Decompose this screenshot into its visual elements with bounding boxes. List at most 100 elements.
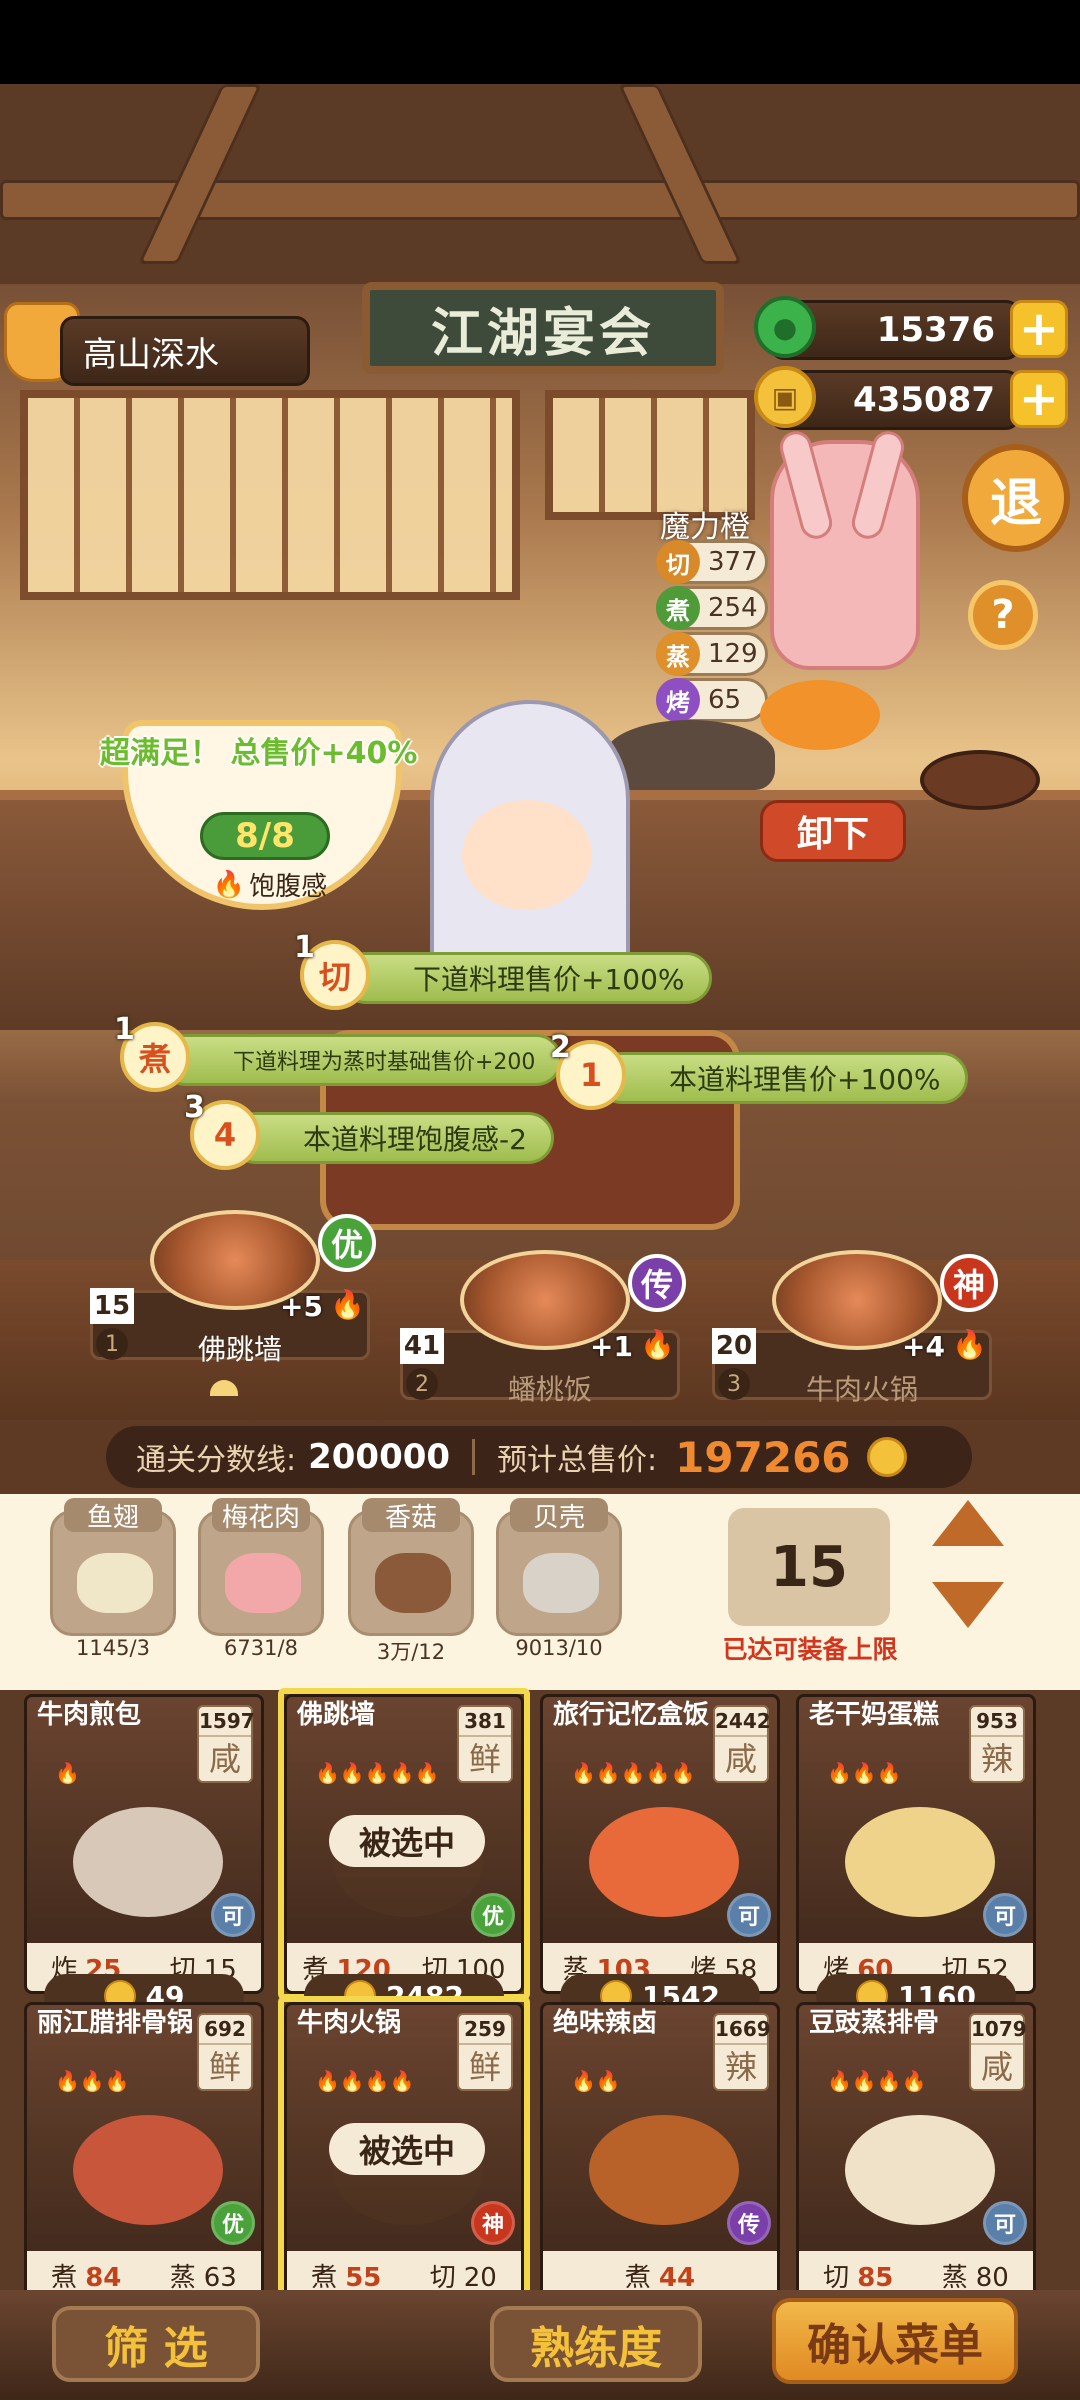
stat-1-value: 44 (658, 2262, 696, 2293)
coin-amount: 435087 (853, 380, 995, 420)
slot-index: 1 (96, 1328, 128, 1360)
stat-2-name: 蒸 (941, 2262, 968, 2293)
skill-value: 254 (708, 593, 758, 623)
capacity-count: 15 (728, 1508, 890, 1626)
add-coin-button[interactable]: + (1010, 370, 1068, 428)
chef-face (462, 800, 592, 910)
stat-2: 蒸 63 (170, 2257, 237, 2294)
stat-2: 蒸 80 (942, 2257, 1009, 2294)
stat-2-name: 蒸 (169, 2262, 196, 2293)
skill-icon: 烤 (656, 678, 700, 722)
dish-name: 丽江腊排骨锅 (37, 2008, 194, 2038)
dish-name: 旅行记忆盒饭 (553, 1700, 710, 1730)
dish-price: 1669 (715, 2017, 771, 2041)
rank-badge: 优 (211, 2201, 255, 2245)
dish-card[interactable]: 丽江腊排骨锅 692 鲜 🔥🔥🔥 优煮 84 蒸 63 (24, 2002, 264, 2302)
slot-value: 41 (400, 1328, 444, 1364)
buff-number: 1 (114, 1012, 135, 1047)
ingredient-label: 香菇 (362, 1498, 460, 1533)
decrease-arrow-icon[interactable] (932, 1582, 1004, 1628)
cutting-board (920, 750, 1040, 810)
rank-badge: 传 (727, 2201, 771, 2245)
price-box: 953 辣 (969, 1705, 1025, 1783)
fire-icon: 🔥 (330, 1288, 365, 1321)
slot-index: 2 (406, 1368, 438, 1400)
dish-card[interactable]: 老干妈蛋糕 953 辣 🔥🔥🔥 可烤 60 切 52 (796, 1694, 1036, 1994)
buff-text-bg: 本道料理售价+100% (596, 1052, 968, 1104)
dish-price: 1079 (971, 2017, 1027, 2041)
back-window-left (20, 390, 520, 600)
restaurant-sign: 江湖宴会 (362, 282, 724, 374)
dish-image (845, 2115, 995, 2225)
rank-badge: 可 (211, 1893, 255, 1937)
dish-image (589, 2115, 739, 2225)
stat-2-value: 63 (203, 2262, 237, 2293)
dish-name: 老干妈蛋糕 (809, 1700, 940, 1730)
buff-text: 下道料理为蒸时基础售价+200 (233, 1050, 536, 1075)
proficiency-button[interactable]: 熟练度 (490, 2306, 702, 2382)
dish-name: 牛肉煎包 (37, 1700, 142, 1730)
ingredient-label: 贝壳 (510, 1498, 608, 1533)
dish-card[interactable]: 牛肉煎包 1597 咸 🔥 可炸 25 切 15 (24, 1694, 264, 1994)
confirm-menu-button[interactable]: 确认菜单 (772, 2298, 1018, 2384)
skill-icon: 煮 (656, 586, 700, 630)
rank-badge: 神 (940, 1254, 998, 1312)
unload-button[interactable]: 卸下 (760, 800, 906, 862)
ingredient-icon (77, 1553, 153, 1613)
ingredient-icon (225, 1553, 301, 1613)
ingredient-label: 梅花肉 (212, 1498, 310, 1533)
fire-icon: 🔥 (212, 869, 246, 900)
expected-label: 预计总售价: (497, 1443, 658, 1478)
rank-badge: 可 (983, 2201, 1027, 2245)
clay-pot (605, 720, 775, 790)
coin-icon: ▣ (754, 366, 816, 428)
rank-badge: 传 (628, 1254, 686, 1312)
slot-bonus: +5 (280, 1290, 323, 1323)
dish-card[interactable]: 绝味辣卤 1669 辣 🔥🔥 传煮 44 (540, 2002, 780, 2302)
ingredient-count: 3万/12 (376, 1640, 446, 1664)
slot-name: 牛肉火锅 (805, 1373, 918, 1406)
price-box: 2442 咸 (713, 1705, 771, 1783)
stat-1: 煮 44 (625, 2257, 695, 2294)
score-bar: 通关分数线: 200000 预计总售价: 197266 (106, 1426, 972, 1488)
skill-icon: 蒸 (656, 632, 700, 676)
skill-value: 65 (708, 685, 742, 715)
skill-value: 377 (708, 547, 758, 577)
price-box: 1597 咸 (197, 1705, 255, 1783)
add-jade-button[interactable]: + (1010, 300, 1068, 358)
rank-badge: 优 (318, 1214, 376, 1272)
ingredient-label: 鱼翅 (64, 1498, 162, 1533)
filter-button[interactable]: 筛 选 (52, 2306, 260, 2382)
divider (472, 1439, 476, 1475)
dish-image (845, 1807, 995, 1917)
heat-level: 🔥🔥 (571, 2069, 621, 2093)
heat-level: 🔥🔥🔥 (827, 1761, 902, 1785)
dish-image (589, 1807, 739, 1917)
skill-icon: 切 (656, 540, 700, 584)
heat-level: 🔥 (55, 1761, 80, 1785)
rank-badge: 可 (727, 1893, 771, 1937)
fire-icon: 🔥 (952, 1328, 987, 1361)
buff-number: 3 (184, 1090, 205, 1125)
stat-1-value: 84 (85, 2262, 122, 2293)
dish-flavor: 辣 (715, 2043, 767, 2089)
pass-value: 200000 (308, 1437, 451, 1477)
buff-number: 2 (550, 1030, 571, 1065)
buff-text: 下道料理售价+100% (413, 963, 685, 996)
dish-card[interactable]: 豆豉蒸排骨 1079 咸 🔥🔥🔥🔥 可切 85 蒸 80 (796, 2002, 1036, 2302)
chef-skill: 煮 254 (656, 586, 768, 630)
slot-bonus: +4 (902, 1330, 945, 1363)
selection-frame (278, 1688, 530, 2000)
dish-card[interactable]: 旅行记忆盒饭 2442 咸 🔥🔥🔥🔥🔥 可蒸 103 烤 58 (540, 1694, 780, 1994)
increase-arrow-icon[interactable] (932, 1500, 1004, 1546)
ingredient-count: 6731/8 (224, 1636, 298, 1660)
exit-button[interactable]: 退 (962, 444, 1070, 552)
dish-flavor: 鲜 (199, 2043, 251, 2089)
rank-badge: 可 (983, 1893, 1027, 1937)
stat-1-name: 切 (823, 2262, 850, 2293)
heat-level: 🔥🔥🔥 (55, 2069, 130, 2093)
dish-image (73, 1807, 223, 1917)
help-button[interactable]: ? (968, 580, 1038, 650)
orange-pet (760, 680, 880, 750)
heat-level: 🔥🔥🔥🔥🔥 (571, 1761, 696, 1785)
